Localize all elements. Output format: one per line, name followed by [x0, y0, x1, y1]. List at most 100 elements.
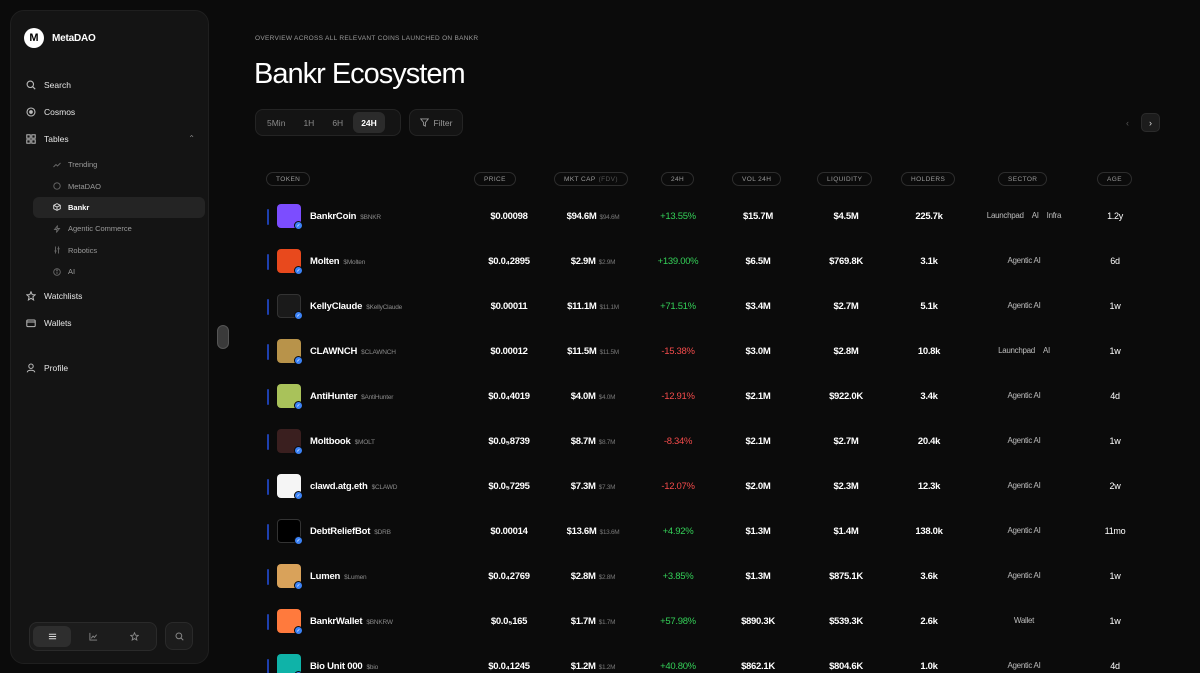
token-symbol: $DRB: [374, 529, 391, 536]
sector-tag[interactable]: Launchpad: [987, 211, 1024, 220]
cell-age: 1w: [1109, 301, 1121, 311]
sector-tag[interactable]: Agentic AI: [1007, 301, 1040, 310]
table-row[interactable]: ✓ BankrWallet $BNKRW $0.0₅165 $1.7M $1.7M +57.…: [255, 602, 1165, 647]
table-row[interactable]: ✓ DebtReliefBot $DRB $0.00014 $13.6M $13.6M +4…: [255, 512, 1165, 557]
cell-price: $0.00011: [490, 301, 528, 312]
sub-item-metadao[interactable]: MetaDAO: [33, 175, 205, 196]
table-row[interactable]: ✓ Molten $Molten $0.0₄2895 $2.9M $2.9M +139.00…: [255, 242, 1165, 287]
search-button[interactable]: [165, 622, 193, 650]
next-page-button[interactable]: ›: [1141, 113, 1160, 132]
nav-search[interactable]: Search: [23, 71, 203, 98]
token-name[interactable]: BankrCoin $BNKR: [310, 211, 381, 222]
nav-cosmos-label: Cosmos: [44, 106, 76, 117]
table-row[interactable]: ✓ KellyClaude $KellyClaude $0.00011 $11.1M $1…: [255, 287, 1165, 332]
header-price[interactable]: PRICE: [474, 172, 516, 186]
sub-item-trending[interactable]: Trending: [33, 154, 205, 175]
nav-cosmos[interactable]: Cosmos: [23, 98, 203, 125]
token-name[interactable]: Moltbook $MOLT: [310, 436, 375, 447]
token-name[interactable]: BankrWallet $BNKRW: [310, 616, 393, 627]
sector-tag[interactable]: Agentic AI: [1007, 481, 1040, 490]
sidebar-resize-handle[interactable]: [217, 325, 229, 349]
token-name-text: Molten: [310, 256, 340, 267]
filter-button[interactable]: Filter: [409, 109, 463, 136]
row-indicator: [267, 254, 269, 270]
token-symbol: $KellyClaude: [366, 304, 403, 311]
cell-holders: 225.7k: [915, 211, 943, 222]
header-sector[interactable]: SECTOR: [998, 172, 1048, 186]
chevron-up-icon[interactable]: ⌃: [188, 134, 195, 143]
cell-mcap-value: $7.3M: [570, 481, 596, 492]
sector-tag[interactable]: Wallet: [1014, 616, 1034, 625]
sub-item-agentic-commerce[interactable]: Agentic Commerce: [33, 218, 205, 239]
token-name[interactable]: Lumen $Lumen: [310, 571, 367, 582]
cell-holders: 3.1k: [920, 256, 938, 267]
header-holders[interactable]: HOLDERS: [901, 172, 956, 186]
sector-tag[interactable]: Agentic AI: [1007, 256, 1040, 265]
header-liquidity[interactable]: LIQUIDITY: [817, 172, 873, 186]
cell-mcap: $1.2M $1.2M: [555, 661, 631, 672]
sector-tag[interactable]: Launchpad: [998, 346, 1035, 355]
sector-tag[interactable]: Infra: [1047, 211, 1062, 220]
sector-tag[interactable]: Agentic AI: [1007, 526, 1040, 535]
chart-view-button[interactable]: [74, 626, 112, 647]
cell-volume: $3.4M: [745, 301, 771, 312]
token-name[interactable]: KellyClaude $KellyClaude: [310, 301, 402, 312]
token-name[interactable]: DebtReliefBot $DRB: [310, 526, 391, 537]
row-indicator: [267, 389, 269, 405]
header-mcap-sub: (FDV): [598, 175, 618, 183]
cell-change: +71.51%: [660, 301, 696, 312]
sector-tag[interactable]: AI: [1043, 346, 1050, 355]
tables-submenu: Trending MetaDAO Bankr Agentic Commerce …: [23, 154, 205, 282]
header-24h[interactable]: 24H: [661, 172, 695, 186]
timeframe-5min[interactable]: 5Min: [259, 112, 293, 133]
star-icon: [129, 632, 139, 641]
cell-change: +3.85%: [662, 571, 694, 582]
sub-item-robotics[interactable]: Robotics: [33, 240, 205, 261]
header-age[interactable]: AGE: [1097, 172, 1132, 186]
header-mcap[interactable]: MKT CAP (FDV): [554, 172, 628, 186]
pagination: ‹ ›: [1118, 113, 1160, 132]
sector-tag[interactable]: Agentic AI: [1007, 571, 1040, 580]
nav-profile[interactable]: Profile: [23, 354, 203, 381]
timeframe-6h[interactable]: 6H: [324, 112, 351, 133]
sector-tag[interactable]: Agentic AI: [1007, 661, 1040, 670]
cell-age: 11mo: [1104, 526, 1126, 536]
table-row[interactable]: ✓Bio Unit 000$bio$0.0₄1245$1.2M$1.2M+40.…: [255, 647, 1165, 673]
token-name[interactable]: AntiHunter $AntiHunter: [310, 391, 393, 402]
token-name[interactable]: clawd.atg.eth $CLAWD: [310, 481, 397, 492]
header-vol[interactable]: VOL 24H: [732, 172, 782, 186]
grid-icon: [26, 133, 36, 144]
table-row[interactable]: ✓ CLAWNCH $CLAWNCH $0.00012 $11.5M $11.5M -15.…: [255, 332, 1165, 377]
sector-tag[interactable]: AI: [1032, 211, 1039, 220]
timeframe-24h[interactable]: 24H: [353, 112, 385, 133]
timeframe-1h[interactable]: 1H: [295, 112, 322, 133]
sector-tag[interactable]: Agentic AI: [1007, 391, 1040, 400]
brand[interactable]: M MetaDAO: [24, 28, 96, 48]
table-row[interactable]: ✓ Moltbook $MOLT $0.0₅8739 $8.7M $8.7M -8.34% $…: [255, 422, 1165, 467]
sub-item-ai[interactable]: AI: [33, 261, 205, 282]
nav-wallets[interactable]: Wallets: [23, 309, 203, 336]
nav-watchlists[interactable]: Watchlists: [23, 282, 203, 309]
cell-volume: $15.7M: [743, 211, 773, 222]
sub-item-bankr[interactable]: Bankr: [33, 196, 205, 219]
token-name[interactable]: Molten $Molten: [310, 256, 365, 267]
cell-change: +13.55%: [660, 211, 696, 222]
token-name[interactable]: Bio Unit 000 $bio: [310, 661, 378, 672]
cell-volume: $6.5M: [745, 256, 771, 267]
filter-icon: [419, 118, 429, 127]
circle-icon: [53, 182, 61, 190]
prev-page-button[interactable]: ‹: [1118, 113, 1137, 132]
table-row[interactable]: ✓ AntiHunter $AntiHunter $0.0₄4019 $4.0M $4.0…: [255, 377, 1165, 422]
table-row[interactable]: ✓ Lumen $Lumen $0.0₄2769 $2.8M $2.8M +3.85% $1.…: [255, 557, 1165, 602]
header-token[interactable]: TOKEN: [266, 172, 311, 186]
nav-wallets-label: Wallets: [44, 317, 72, 328]
table-row[interactable]: ✓ clawd.atg.eth $CLAWD $0.0₅7295 $7.3M $7.3M -…: [255, 467, 1165, 512]
token-name[interactable]: CLAWNCH $CLAWNCH: [310, 346, 396, 357]
token-symbol: $AntiHunter: [361, 394, 394, 401]
favorites-view-button[interactable]: [115, 626, 153, 647]
list-view-button[interactable]: [33, 626, 71, 647]
nav-tables-label: Tables: [44, 133, 69, 144]
sector-tag[interactable]: Agentic AI: [1007, 436, 1040, 445]
nav-tables[interactable]: Tables ⌃: [23, 125, 203, 152]
table-row[interactable]: ✓ BankrCoin $BNKR $0.00098 $94.6M $94.6M +13.5…: [255, 197, 1165, 242]
